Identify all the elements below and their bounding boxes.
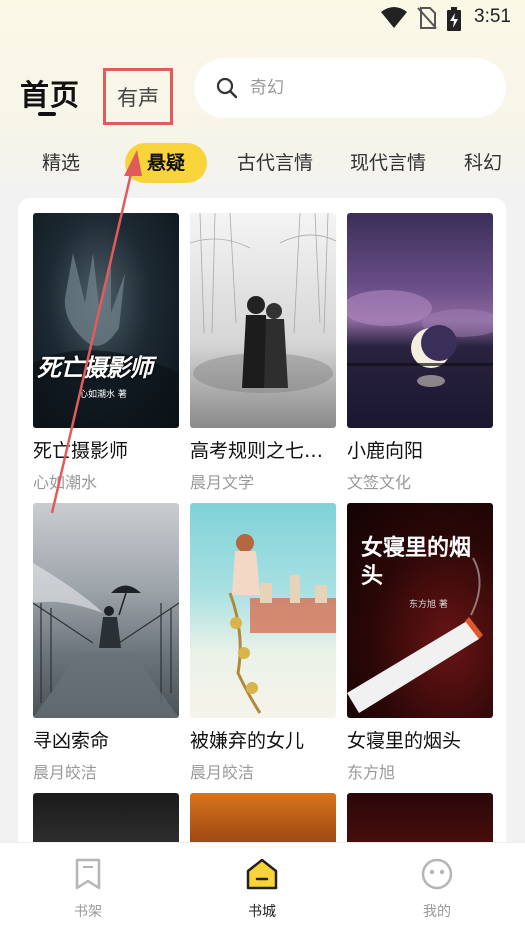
book-cover[interactable] bbox=[347, 213, 493, 428]
book-cover[interactable]: 女寝里的烟头 东方旭 著 bbox=[347, 503, 493, 718]
book-cover[interactable] bbox=[190, 503, 336, 718]
book-title: 小鹿向阳 bbox=[347, 440, 424, 462]
nav-label: 书架 bbox=[74, 904, 102, 920]
wifi-icon bbox=[381, 7, 407, 28]
book-item[interactable]: 寻凶索命 晨月皎洁 bbox=[33, 503, 179, 783]
book-grid: 死亡摄影师 心如潮水 著 死亡摄影师 心如潮水 高考规则之七宗罪 晨月文学 小鹿… bbox=[18, 198, 506, 858]
no-sim-icon bbox=[417, 7, 437, 29]
cover-title-text: 死亡摄影师 bbox=[37, 353, 153, 382]
category-tab-scifi[interactable]: 科幻 bbox=[464, 143, 502, 183]
category-tab-ancient-romance[interactable]: 古代言情 bbox=[237, 143, 313, 183]
category-tab-modern-romance[interactable]: 现代言情 bbox=[350, 143, 426, 183]
bookmark-icon bbox=[75, 858, 101, 890]
nav-bookshelf[interactable]: 书架 bbox=[48, 857, 128, 921]
search-input[interactable] bbox=[250, 78, 470, 98]
home-icon bbox=[246, 858, 278, 890]
bottom-nav: 书架 书城 我的 bbox=[0, 842, 525, 935]
book-item[interactable]: 女寝里的烟头 东方旭 著 女寝里的烟头 东方旭 bbox=[347, 503, 493, 783]
tab-audio-label: 有声 bbox=[117, 85, 159, 110]
nav-label: 我的 bbox=[423, 904, 451, 920]
status-time: 3:51 bbox=[474, 6, 511, 27]
umbrella-bridge-illustration bbox=[33, 563, 179, 718]
book-cover[interactable]: 死亡摄影师 心如潮水 著 bbox=[33, 213, 179, 428]
cover-author-text: 心如潮水 著 bbox=[79, 390, 127, 400]
search-icon bbox=[216, 77, 238, 99]
moon-lake-illustration bbox=[347, 290, 493, 387]
category-tab-featured[interactable]: 精选 bbox=[42, 143, 80, 183]
nav-bookstore[interactable]: 书城 bbox=[222, 857, 302, 921]
book-title: 死亡摄影师 bbox=[33, 440, 129, 462]
book-author: 东方旭 bbox=[347, 763, 396, 782]
status-bar: 3:51 bbox=[0, 0, 525, 38]
category-tab-suspense[interactable]: 悬疑 bbox=[125, 143, 208, 183]
search-bar[interactable] bbox=[194, 58, 506, 118]
book-title: 女寝里的烟头 bbox=[347, 730, 462, 752]
book-item[interactable]: 被嫌弃的女儿 晨月皎洁 bbox=[190, 503, 336, 783]
book-item[interactable]: 小鹿向阳 文签文化 bbox=[347, 213, 493, 493]
active-tab-indicator bbox=[38, 112, 56, 116]
book-cover[interactable] bbox=[190, 213, 336, 428]
book-item[interactable]: 高考规则之七宗罪 晨月文学 bbox=[190, 213, 336, 493]
book-author: 晨月文学 bbox=[190, 473, 255, 492]
book-item[interactable]: 死亡摄影师 心如潮水 著 死亡摄影师 心如潮水 bbox=[33, 213, 179, 493]
tab-audio[interactable]: 有声 bbox=[103, 68, 173, 125]
girl-flowers-illustration bbox=[228, 534, 336, 714]
nav-profile[interactable]: 我的 bbox=[397, 857, 477, 921]
cover-author-text: 东方旭 著 bbox=[409, 600, 448, 610]
book-title: 高考规则之七宗罪 bbox=[190, 440, 336, 462]
cover-title-text: 女寝里的烟头 bbox=[361, 536, 472, 589]
book-author: 晨月皎洁 bbox=[190, 763, 255, 782]
book-author: 文签文化 bbox=[347, 473, 412, 492]
book-title: 被嫌弃的女儿 bbox=[190, 730, 305, 752]
category-tabs: 精选 悬疑 古代言情 现代言情 科幻 bbox=[0, 143, 525, 185]
battery-charging-icon bbox=[447, 7, 461, 31]
book-cover[interactable] bbox=[33, 503, 179, 718]
book-author: 心如潮水 bbox=[33, 473, 98, 492]
book-author: 晨月皎洁 bbox=[33, 763, 98, 782]
page-title-home[interactable]: 首页 bbox=[20, 72, 80, 114]
nav-label: 书城 bbox=[248, 904, 276, 920]
couple-illustration bbox=[190, 213, 336, 393]
profile-face-icon bbox=[421, 858, 453, 890]
book-title: 寻凶索命 bbox=[33, 730, 110, 752]
